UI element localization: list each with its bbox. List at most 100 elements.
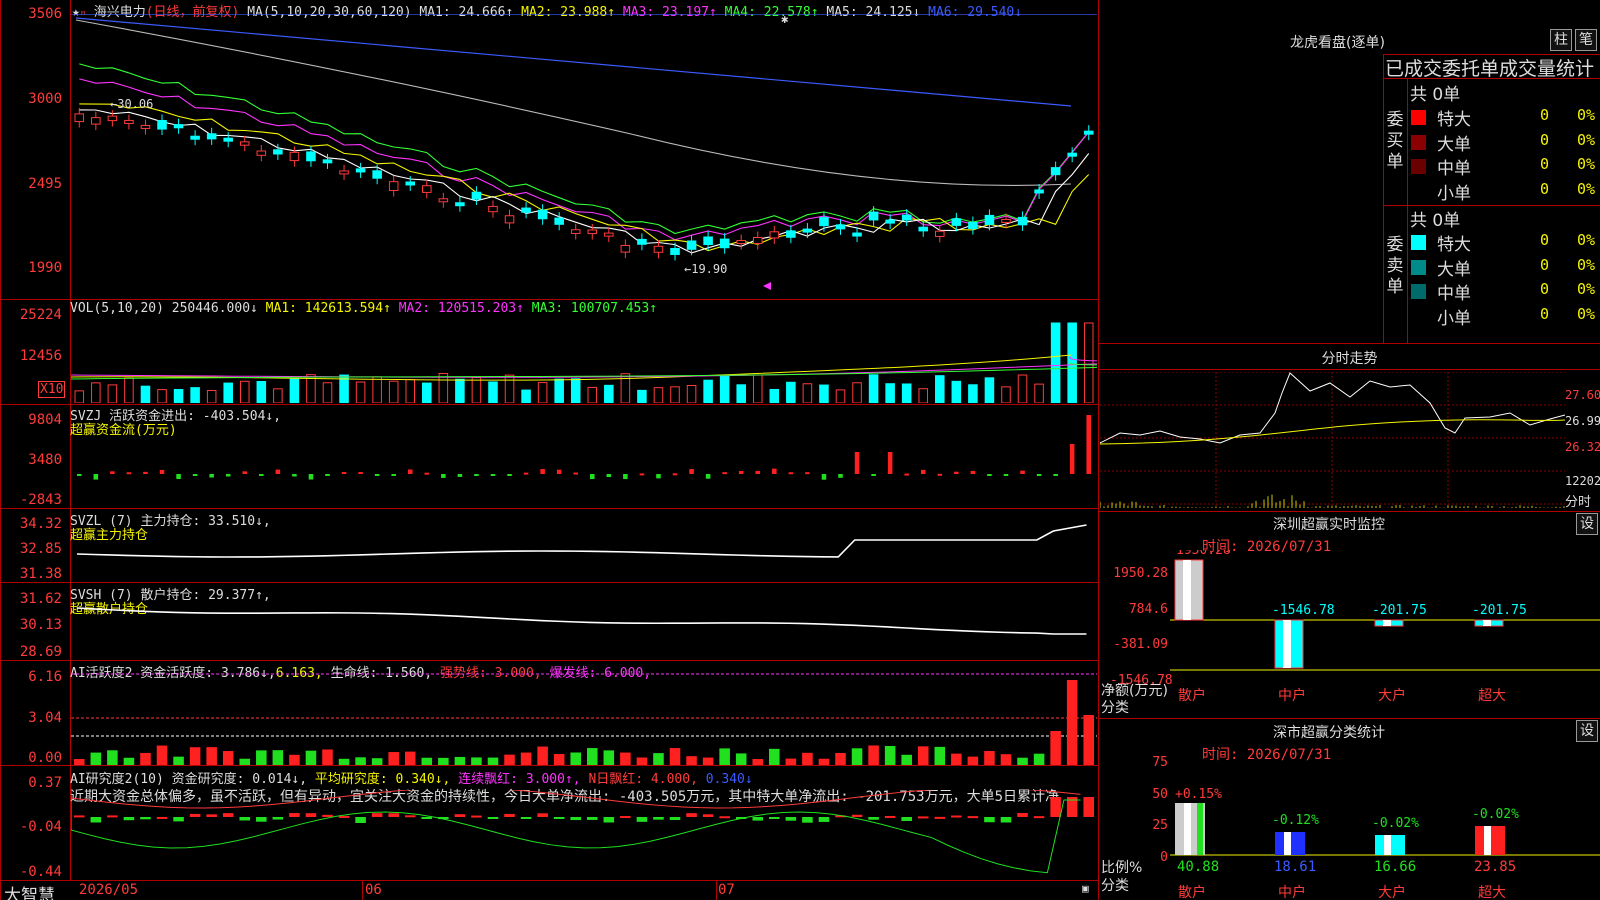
svzj-bar xyxy=(821,474,827,480)
candle xyxy=(951,218,962,226)
ai-active-bar xyxy=(520,752,532,765)
ai-research-bar xyxy=(818,817,830,822)
vol-bar xyxy=(686,385,697,403)
sz-monitor-ytick-2: 784.6 xyxy=(1128,602,1168,617)
ai-active-bar xyxy=(752,758,764,765)
vol-bar xyxy=(1034,383,1044,403)
ai-active-bar xyxy=(802,752,813,765)
vol-bar xyxy=(769,388,780,403)
vol-chart[interactable] xyxy=(71,315,1097,403)
candle xyxy=(587,229,598,235)
svzj-ytick-2: 3480 xyxy=(28,452,62,468)
ai-research-bar xyxy=(107,815,118,818)
svzj-bar xyxy=(292,474,297,477)
vol-unit-badge[interactable]: X10 xyxy=(38,381,66,398)
svzj-bar xyxy=(1036,474,1042,476)
kline-chart[interactable] xyxy=(71,14,1097,299)
candle xyxy=(107,115,118,122)
brand-label[interactable]: 大智慧 xyxy=(4,881,55,900)
candle xyxy=(570,229,581,234)
vol-ytick-1: 25224 xyxy=(19,307,62,323)
candle xyxy=(504,215,515,224)
ai-research-v4: 0.340↓ xyxy=(705,772,753,787)
vol-bar xyxy=(223,382,233,403)
buy-total: 共 0单 xyxy=(1410,85,1461,105)
ai-active-bar xyxy=(438,757,449,765)
ai-active-bar xyxy=(289,754,300,765)
candle xyxy=(1001,218,1011,223)
lock-icon[interactable]: ▣ xyxy=(1082,882,1089,895)
ai-research-bar xyxy=(222,813,234,817)
ai-active-bar xyxy=(322,749,333,765)
candle xyxy=(339,170,349,175)
svzj-bar xyxy=(573,472,578,475)
candle xyxy=(471,191,482,200)
svzj-bar xyxy=(209,474,214,478)
ai-active-chart[interactable] xyxy=(71,670,1097,765)
candle xyxy=(1067,152,1077,157)
ai-research-bar xyxy=(189,813,201,817)
intraday-chart[interactable] xyxy=(1100,372,1565,508)
svzj-bar xyxy=(656,474,661,479)
vol-bar xyxy=(554,378,564,403)
ai-research-bar xyxy=(272,817,284,820)
ai-active-bar xyxy=(669,748,681,765)
svzj-bar xyxy=(871,474,876,476)
ai-research-bar xyxy=(984,817,995,823)
vol-bar xyxy=(587,386,598,403)
vol-bar xyxy=(239,380,250,403)
sell-row-pct: 0% xyxy=(1577,304,1596,323)
sz-monitor-value: -201.75 xyxy=(1372,603,1427,618)
svzj-bar xyxy=(259,474,264,476)
sz-class-chart[interactable]: +0.15% 40.88 -0.12% 18.61 -0.02% 16.66 -0.02% 2… xyxy=(1170,760,1600,900)
candle xyxy=(140,124,151,129)
ai-active-bar xyxy=(421,757,433,765)
kline-ytick-1: 3506 xyxy=(28,6,62,22)
buy-row-count: 0 xyxy=(1540,130,1550,149)
sz-monitor-bar-shine xyxy=(1383,620,1391,626)
ai-research-bar xyxy=(355,817,366,823)
svsh-ytick-2: 30.13 xyxy=(19,617,62,633)
ai-active-bar xyxy=(1050,731,1061,765)
svsh-chart[interactable] xyxy=(71,594,1097,660)
ai-research-bar xyxy=(1050,797,1061,817)
svzj-chart[interactable] xyxy=(71,415,1097,507)
ai-research-header: AI研究度2(10) 资金研究度: 0.014↓, 平均研究度: 0.340↓,… xyxy=(70,768,753,787)
ai-active-bar xyxy=(735,753,747,765)
svzj-bar xyxy=(970,470,976,474)
vol-bar xyxy=(719,375,730,403)
ai-active-bar xyxy=(471,757,482,765)
svzl-chart[interactable] xyxy=(71,520,1097,582)
sz-monitor-settings-button[interactable]: 设 xyxy=(1576,513,1598,535)
vol-bar xyxy=(786,381,796,403)
sz-monitor-bar-shine xyxy=(1483,620,1491,626)
vol-ma1: MA1: 142613.594↑ xyxy=(265,301,391,316)
ai-research-chart[interactable] xyxy=(71,790,1097,879)
sz-class-bar-shine xyxy=(1484,826,1491,855)
kline-ytick-3: 2495 xyxy=(28,176,62,192)
ai-research-bar xyxy=(289,813,300,817)
ai-research-bar xyxy=(404,815,416,818)
ai-research-bar xyxy=(669,817,681,821)
sz-monitor-chart[interactable]: 1950.28 -1546.78 -201.75 -201.75 散户 中户 大户 超大 xyxy=(1170,550,1600,715)
sz-class-ytick-4: 0 xyxy=(1160,850,1168,865)
high-price-marker: ←30.06 xyxy=(110,97,154,111)
svzj-bar xyxy=(176,474,181,480)
candle xyxy=(852,232,862,237)
candle xyxy=(372,170,382,179)
vol-bar xyxy=(289,378,300,403)
tab-bar-view[interactable]: 柱 xyxy=(1550,29,1572,51)
candle xyxy=(1083,130,1094,135)
candle xyxy=(719,238,730,249)
sell-total: 共 0单 xyxy=(1410,211,1461,231)
svzj-bar xyxy=(540,469,545,474)
sz-monitor-top-line xyxy=(1099,511,1600,512)
svzj-bar xyxy=(424,472,430,475)
low-price-marker: ←19.90 xyxy=(684,262,728,276)
ai-active-bar xyxy=(884,745,896,765)
sz-class-settings-button[interactable]: 设 xyxy=(1576,720,1598,742)
vol-bar xyxy=(521,389,531,403)
intraday-title-line xyxy=(1099,369,1600,370)
tab-tick-view[interactable]: 笔 xyxy=(1575,29,1597,51)
ai-active-bar xyxy=(1017,757,1028,765)
